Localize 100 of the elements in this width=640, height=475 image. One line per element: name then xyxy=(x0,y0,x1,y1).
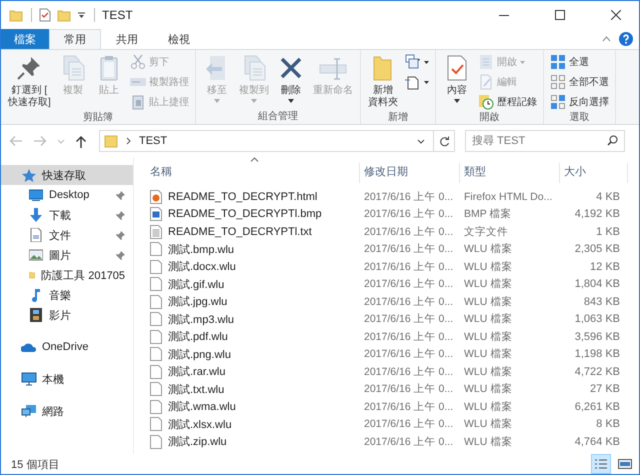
nav-item[interactable]: 快速存取 xyxy=(1,165,133,185)
collapse-icon[interactable] xyxy=(602,36,611,42)
page-icon xyxy=(404,74,421,90)
type-cell-text: WLU 檔案 xyxy=(463,294,514,309)
ribbon-tab[interactable]: 檢視 xyxy=(153,29,205,49)
file-name-cell[interactable]: 測試.jpg.wlu xyxy=(146,294,360,310)
size-cell-text: 27 KB xyxy=(589,383,621,396)
star-icon xyxy=(21,168,37,182)
file-name-cell[interactable]: README_TO_DECRYPT.html xyxy=(146,190,360,204)
details-view-button[interactable] xyxy=(591,454,611,474)
file-icon xyxy=(150,277,162,292)
nav-item[interactable]: 文件 xyxy=(1,225,133,245)
ribbon-button[interactable]: 釘選到 [ 快速存取] xyxy=(4,52,55,111)
file-icon xyxy=(150,434,162,449)
size-cell-text: 1,198 KB xyxy=(574,348,621,360)
history-icon xyxy=(478,94,494,110)
file-icon xyxy=(150,260,162,274)
file-name-cell[interactable]: 測試.mp3.wlu xyxy=(146,312,360,327)
monitor-icon xyxy=(29,188,43,202)
size-cell-text: 4,764 KB xyxy=(574,436,621,448)
file-icon xyxy=(150,312,162,326)
file-name-cell[interactable]: 測試.bmp.wlu xyxy=(146,242,360,257)
file-name-cell[interactable]: 測試.png.wlu xyxy=(146,346,360,362)
chevron-down-icon[interactable] xyxy=(417,138,425,144)
size-cell-text: 1,804 KB xyxy=(574,278,621,290)
date-cell-text: 2017/6/16 上午 0... xyxy=(363,330,454,344)
ribbon-button[interactable]: 新增 資料夾 xyxy=(364,52,402,111)
ribbon-button[interactable]: 反向選擇 xyxy=(546,93,612,111)
file-name-cell[interactable]: 測試.gif.wlu xyxy=(146,276,360,292)
check-page-icon[interactable] xyxy=(39,8,51,22)
pin-icon[interactable] xyxy=(116,250,125,260)
ribbon-button[interactable]: 刪除 xyxy=(272,52,309,105)
file-name-cell[interactable]: 測試.docx.wlu xyxy=(146,259,360,274)
film-icon xyxy=(29,308,43,322)
date-cell-text: 2017/6/16 上午 0... xyxy=(363,242,454,256)
path-segment[interactable]: TEST xyxy=(139,135,168,147)
file-tab[interactable]: 檔案 xyxy=(1,29,49,49)
file-name-cell[interactable]: README_TO_DECRYPTl.bmp xyxy=(146,207,360,222)
pin-icon[interactable] xyxy=(116,230,125,240)
type-cell-text: WLU 檔案 xyxy=(463,260,514,274)
button-label-line: 新增 xyxy=(372,85,393,96)
nav-item[interactable]: OneDrive xyxy=(1,337,133,357)
help-icon[interactable] xyxy=(619,32,633,46)
file-name-cell[interactable]: 測試.rar.wlu xyxy=(146,364,360,380)
search-field[interactable]: 搜尋 TEST xyxy=(465,130,625,152)
caret-icon[interactable] xyxy=(77,11,86,19)
nav-item[interactable]: Desktop xyxy=(1,185,133,205)
maximize-icon[interactable] xyxy=(555,10,565,20)
group-label: 組合管理 xyxy=(256,110,299,124)
file-name-cell[interactable]: 測試.wma.wlu xyxy=(146,399,360,414)
ribbon-tab[interactable]: 共用 xyxy=(101,29,153,49)
item-count: 15 個項目 xyxy=(11,458,60,472)
ribbon-button[interactable]: 歷程記錄 xyxy=(474,93,540,111)
group-label: 新增 xyxy=(386,111,409,124)
nav-item[interactable]: 下載 xyxy=(1,205,133,225)
date-cell-text: 2017/6/16 上午 0... xyxy=(363,347,454,362)
file-icon xyxy=(150,330,162,344)
nav-item[interactable]: 音樂 xyxy=(1,285,133,305)
size-cell-text: 4,722 KB xyxy=(574,366,621,378)
date-cell-text: 2017/6/16 上午 0... xyxy=(363,260,454,274)
nav-item[interactable]: 圖片 xyxy=(1,245,133,265)
pin-icon[interactable] xyxy=(116,210,125,220)
address-bar[interactable]: TEST xyxy=(99,130,455,152)
type-cell-text: WLU 檔案 xyxy=(463,277,514,292)
ribbon-button[interactable]: 全部不選 xyxy=(546,73,612,91)
file-name-cell[interactable]: 測試.xlsx.wlu xyxy=(146,416,360,432)
image-file-icon xyxy=(150,207,162,222)
type-cell-text: WLU 檔案 xyxy=(463,400,514,414)
nav-item[interactable]: 影片 xyxy=(1,305,133,325)
close-icon[interactable] xyxy=(611,10,621,20)
date-cell-text: 2017/6/16 上午 0... xyxy=(363,190,454,204)
size-cell-text: 12 KB xyxy=(589,260,621,273)
date-cell-text: 2017/6/16 上午 0... xyxy=(363,277,454,292)
edit-icon xyxy=(478,74,494,90)
column-header[interactable]: 名稱 xyxy=(146,163,360,183)
file-icon xyxy=(150,382,162,396)
ribbon-button[interactable]: 內容 xyxy=(438,52,475,105)
file-name-cell[interactable]: 測試.txt.wlu xyxy=(146,382,360,397)
nav-item[interactable]: 本機 xyxy=(1,369,133,389)
browser-page-icon xyxy=(150,190,162,204)
large-icons-view-icon xyxy=(618,458,632,470)
date-cell-text: 2017/6/16 上午 0... xyxy=(363,400,454,414)
shortcut-icon xyxy=(130,94,146,110)
column-header[interactable]: 類型 xyxy=(460,163,560,183)
nav-item[interactable]: 防護工具 201705 xyxy=(1,265,133,285)
file-name-cell[interactable]: 測試.pdf.wlu xyxy=(146,329,360,344)
ribbon-tab[interactable]: 常用 xyxy=(49,29,101,49)
search-icon[interactable] xyxy=(607,135,618,146)
file-name-cell[interactable]: 測試.zip.wlu xyxy=(146,434,360,450)
grid-icon xyxy=(550,74,566,90)
type-cell-text: WLU 檔案 xyxy=(463,417,514,432)
column-header[interactable]: 修改日期 xyxy=(360,163,460,183)
file-name-cell[interactable]: README_TO_DECRYPTl.txt xyxy=(146,224,360,239)
up-arrow-icon[interactable] xyxy=(75,134,87,148)
picture-icon xyxy=(29,248,43,262)
nav-item[interactable]: 網路 xyxy=(1,401,133,421)
column-header[interactable]: 大小 xyxy=(560,163,628,183)
ribbon-button[interactable]: 全選 xyxy=(546,53,612,71)
type-cell-text: BMP 檔案 xyxy=(463,207,512,222)
pin-icon[interactable] xyxy=(116,190,125,200)
